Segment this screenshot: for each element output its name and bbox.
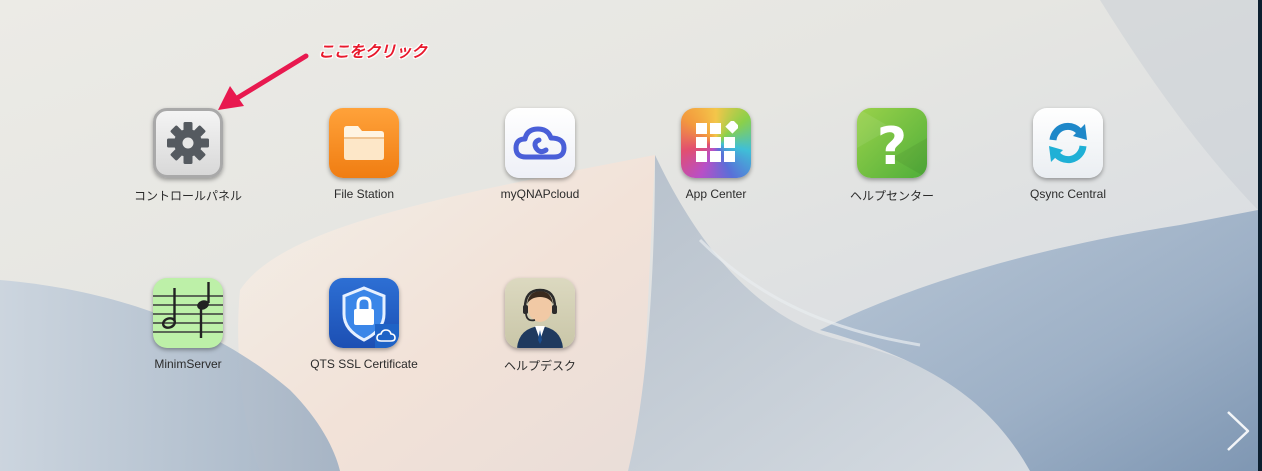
app-label: Qsync Central	[1029, 187, 1107, 201]
app-file-station[interactable]: File Station	[294, 108, 434, 201]
app-label: App Center	[685, 187, 747, 201]
window-edge	[1258, 0, 1262, 471]
gear-icon	[153, 108, 223, 178]
shield-lock-icon	[329, 278, 399, 348]
app-label: File Station	[333, 187, 395, 201]
chevron-right-icon[interactable]	[1222, 408, 1252, 454]
annotation-arrow	[218, 53, 309, 110]
app-label: MinimServer	[154, 357, 222, 371]
wallpaper	[0, 0, 1258, 471]
app-minimserver[interactable]: MinimServer	[118, 278, 258, 371]
support-agent-icon	[505, 278, 575, 348]
app-qsync-central[interactable]: Qsync Central	[998, 108, 1138, 201]
app-control-panel[interactable]: コントロールパネル	[118, 108, 258, 204]
question-icon: ?	[857, 108, 927, 178]
app-label: コントロールパネル	[133, 189, 242, 203]
music-notes-icon	[153, 278, 223, 348]
app-app-center[interactable]: App Center	[646, 108, 786, 201]
app-label: ヘルプセンター	[849, 189, 934, 203]
app-help-center[interactable]: ? ヘルプセンター	[822, 108, 962, 204]
app-help-desk[interactable]: ヘルプデスク	[470, 278, 610, 374]
desktop: ここをクリック コントロールパネル File Station myQNAPclo…	[0, 0, 1262, 471]
app-label: myQNAPcloud	[500, 187, 580, 201]
app-qts-ssl-certificate[interactable]: QTS SSL Certificate	[294, 278, 434, 371]
app-grid-icon	[681, 108, 751, 178]
app-myqnapcloud[interactable]: myQNAPcloud	[470, 108, 610, 201]
cloud-icon	[505, 108, 575, 178]
annotation-text: ここをクリック	[318, 42, 427, 61]
sync-icon	[1033, 108, 1103, 178]
app-label: ヘルプデスク	[503, 359, 576, 373]
folder-icon	[329, 108, 399, 178]
svg-text:?: ?	[877, 117, 907, 177]
app-label: QTS SSL Certificate	[310, 357, 418, 371]
